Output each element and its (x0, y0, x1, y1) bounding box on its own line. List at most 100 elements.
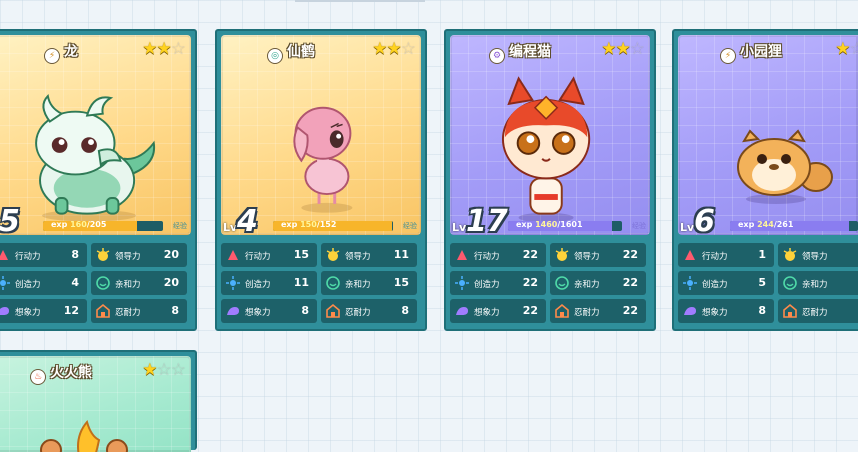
star-rating: ★★☆ (601, 39, 644, 59)
star-empty-icon: ☆ (850, 39, 858, 59)
endurance-icon (325, 303, 341, 319)
endurance-icon (782, 303, 798, 319)
exp-text: exp 150/152 (281, 221, 336, 229)
leadership-icon (782, 247, 798, 263)
top-scroll-indicator (295, 0, 425, 2)
exp-text: exp 160/205 (51, 221, 106, 229)
pet-name-text: 火火熊 (50, 365, 92, 381)
fire-bear-pet-image (21, 416, 141, 452)
star-filled-icon: ★ (142, 360, 156, 380)
stat-creativity: 创造力4 (0, 271, 87, 295)
exp-end-label: 经验 (632, 221, 646, 231)
level-row: 5 exp 160/205 经验 (0, 209, 191, 235)
exp-end-label: 经验 (403, 221, 417, 231)
stat-affinity: 亲和力22 (550, 271, 646, 295)
affinity-icon (782, 275, 798, 291)
star-filled-icon: ★ (835, 39, 849, 59)
star-empty-icon: ☆ (171, 360, 185, 380)
stat-action: 行动力22 (450, 243, 546, 267)
exp-bar: exp 1460/1601 (508, 221, 622, 231)
star-filled-icon: ★ (387, 39, 401, 59)
stat-action: 行动力1 (678, 243, 774, 267)
star-empty-icon: ☆ (630, 39, 644, 59)
leadership-icon (554, 247, 570, 263)
affinity-icon (95, 275, 111, 291)
exp-end-label: 经验 (173, 221, 187, 231)
exp-bar: exp 150/152 (273, 221, 393, 231)
level-number: 4 (237, 204, 258, 239)
star-filled-icon: ★ (601, 39, 615, 59)
star-rating: ★★☆ (142, 39, 185, 59)
level-number: 5 (0, 204, 20, 239)
action-icon (454, 247, 470, 263)
stat-endurance: 忍耐力8 (321, 299, 417, 323)
stats-grid: 行动力1 领导力27 创造力5 亲和力12 想象力8 忍耐力2 (678, 243, 858, 325)
pet-name-text: 编程猫 (509, 44, 551, 60)
pet-name: ♨火火熊 (0, 362, 131, 385)
action-icon (682, 247, 698, 263)
creativity-icon (682, 275, 698, 291)
stat-imagination: 想象力22 (450, 299, 546, 323)
pet-name-text: 小园狸 (740, 44, 782, 60)
stat-imagination: 想象力12 (0, 299, 87, 323)
action-icon (225, 247, 241, 263)
stat-endurance: 忍耐力2 (778, 299, 858, 323)
star-empty-icon: ☆ (401, 39, 415, 59)
level-number: 17 (466, 204, 508, 239)
exp-text: exp 244/261 (738, 221, 793, 229)
stat-creativity: 创造力11 (221, 271, 317, 295)
exp-bar: exp 244/261 (730, 221, 858, 231)
stat-leadership: 领导力11 (321, 243, 417, 267)
pet-art-panel: ⚡龙 ★★☆ (0, 35, 191, 235)
action-icon (0, 247, 11, 263)
stat-leadership: 领导力27 (778, 243, 858, 267)
leadership-icon (95, 247, 111, 263)
stat-affinity: 亲和力12 (778, 271, 858, 295)
pet-card-raccoon[interactable]: ⚡小园狸 ★☆☆ Lv 6 exp 244/261 行动力1 领导力27 (672, 29, 858, 331)
stat-endurance: 忍耐力8 (91, 299, 187, 323)
pet-card-coding-cat[interactable]: ⚙编程猫 ★★☆ Lv 17 exp 1460/1601 经验 (444, 29, 656, 331)
stat-affinity: 亲和力20 (91, 271, 187, 295)
affinity-icon (325, 275, 341, 291)
pet-name-text: 仙鹤 (287, 44, 315, 60)
imagination-icon (682, 303, 698, 319)
pet-card-dragon[interactable]: ⚡龙 ★★☆ 5 exp 160/205 经验 (0, 29, 197, 331)
level-row: Lv 17 exp 1460/1601 经验 (450, 209, 650, 235)
star-filled-icon: ★ (157, 39, 171, 59)
stat-creativity: 创造力22 (450, 271, 546, 295)
stat-endurance: 忍耐力22 (550, 299, 646, 323)
stat-action: 行动力8 (0, 243, 87, 267)
pet-card-crane[interactable]: ◎仙鹤 ★★☆ Lv 4 exp 150/152 经验 行动力15 领导力11 (215, 29, 427, 331)
pet-name-text: 龙 (64, 44, 78, 60)
creativity-icon (0, 275, 11, 291)
exp-bar: exp 160/205 (43, 221, 163, 231)
level-number: 6 (694, 204, 715, 239)
endurance-icon (95, 303, 111, 319)
pet-card-fire-bear[interactable]: ♨火火熊 ★☆☆ (0, 350, 197, 450)
star-empty-icon: ☆ (157, 360, 171, 380)
stat-leadership: 领导力20 (91, 243, 187, 267)
stat-imagination: 想象力8 (678, 299, 774, 323)
imagination-icon (454, 303, 470, 319)
creativity-icon (225, 275, 241, 291)
leadership-icon (325, 247, 341, 263)
exp-text: exp 1460/1601 (516, 221, 583, 229)
stat-creativity: 创造力5 (678, 271, 774, 295)
creativity-icon (454, 275, 470, 291)
level-row: Lv 4 exp 150/152 经验 (221, 209, 421, 235)
imagination-icon (0, 303, 11, 319)
level-label: Lv (223, 221, 237, 234)
star-filled-icon: ★ (372, 39, 386, 59)
affinity-icon (554, 275, 570, 291)
star-filled-icon: ★ (616, 39, 630, 59)
imagination-icon (225, 303, 241, 319)
endurance-icon (554, 303, 570, 319)
star-filled-icon: ★ (142, 39, 156, 59)
star-rating: ★★☆ (372, 39, 415, 59)
fire-icon: ♨ (30, 369, 46, 385)
pet-art-panel: ♨火火熊 ★☆☆ (0, 356, 191, 452)
stat-leadership: 领导力22 (550, 243, 646, 267)
level-label: Lv (680, 221, 694, 234)
stat-imagination: 想象力8 (221, 299, 317, 323)
star-rating: ★☆☆ (835, 39, 858, 59)
